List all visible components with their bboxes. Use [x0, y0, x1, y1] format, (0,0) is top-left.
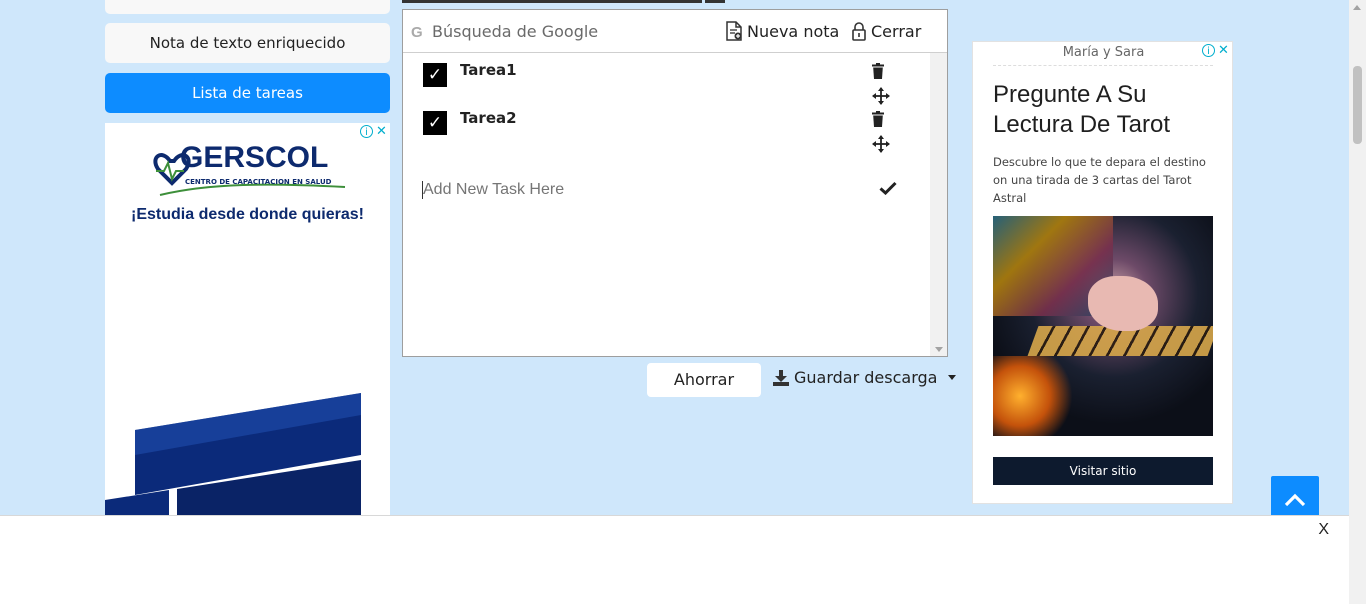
- sidebar-top-item[interactable]: [105, 0, 390, 14]
- ad-description: Descubre lo que te depara el destino on …: [993, 155, 1206, 205]
- adchoices-info-icon[interactable]: i: [360, 125, 373, 138]
- gerscol-brand-name: GERSCOL: [180, 141, 329, 174]
- editor-top-icon: [705, 0, 725, 3]
- new-note-label: Nueva nota: [747, 21, 840, 41]
- download-dropdown-button[interactable]: Guardar descarga: [773, 368, 957, 387]
- ad-divider: [993, 65, 1213, 66]
- scroll-down-arrow-icon[interactable]: [935, 347, 943, 352]
- task-list: ✓ Tarea1 ✓ Tarea2: [403, 53, 931, 356]
- task-list-button[interactable]: Lista de tareas: [105, 73, 390, 113]
- task-checkbox[interactable]: ✓: [423, 111, 447, 135]
- left-advertisement[interactable]: i ✕ GERSCOL CENTRO DE CAPACITACION EN SA…: [105, 123, 390, 515]
- trash-icon[interactable]: [872, 111, 884, 127]
- editor-scrollbar[interactable]: [930, 53, 947, 356]
- close-label: Cerrar: [871, 21, 922, 41]
- move-icon[interactable]: [872, 135, 890, 153]
- adchoices[interactable]: i ✕: [1202, 44, 1230, 57]
- download-label: Guardar descarga: [794, 368, 938, 387]
- chevron-up-icon: [1284, 493, 1306, 507]
- save-button[interactable]: Ahorrar: [647, 363, 761, 397]
- adchoices[interactable]: i ✕: [360, 125, 388, 138]
- task-checkbox[interactable]: ✓: [423, 63, 447, 87]
- rich-text-note-button[interactable]: Nota de texto enriquecido: [105, 23, 390, 63]
- google-search-input[interactable]: Búsqueda de Google: [432, 22, 598, 41]
- google-icon: G: [411, 24, 423, 41]
- checkmark-icon[interactable]: [879, 181, 897, 195]
- text-caret: [422, 181, 423, 199]
- bottom-ad-banner: X: [0, 515, 1349, 604]
- ad-tarot-image[interactable]: [993, 216, 1213, 436]
- ad-sponsor: María y Sara: [1062, 45, 1145, 60]
- ad-close-icon[interactable]: ✕: [375, 125, 388, 138]
- task-item: ✓ Tarea1: [423, 53, 903, 105]
- task-editor: G Búsqueda de Google Nueva nota Cerrar ✓…: [402, 9, 948, 357]
- ad-headline[interactable]: Pregunte A Su Lectura De Tarot: [993, 80, 1218, 140]
- lock-icon: [852, 22, 866, 41]
- banner-close-button[interactable]: X: [1318, 521, 1329, 539]
- new-document-icon: [726, 21, 742, 41]
- gerscol-tagline: ¡Estudia desde donde quieras!: [131, 206, 364, 223]
- download-icon: [773, 369, 789, 386]
- task-label[interactable]: Tarea2: [460, 109, 517, 127]
- visit-site-button[interactable]: Visitar sitio: [993, 457, 1213, 485]
- chevron-down-icon: [948, 375, 957, 380]
- editor-top-border: [402, 0, 702, 3]
- task-item: ✓ Tarea2: [423, 101, 903, 153]
- ad-graphic-ribbon: [105, 393, 361, 515]
- trash-icon[interactable]: [872, 63, 884, 79]
- task-label[interactable]: Tarea1: [460, 61, 517, 79]
- gerscol-brand-subtitle: CENTRO DE CAPACITACION EN SALUD: [185, 178, 332, 186]
- scrollbar-thumb[interactable]: [1353, 66, 1362, 144]
- new-task-input[interactable]: [423, 178, 893, 202]
- new-note-button[interactable]: Nueva nota: [725, 21, 839, 41]
- right-advertisement[interactable]: María y Sara i ✕ Pregunte A Su Lectura D…: [972, 41, 1233, 504]
- adchoices-info-icon[interactable]: i: [1202, 44, 1215, 57]
- editor-toolbar: G Búsqueda de Google Nueva nota Cerrar: [403, 10, 947, 53]
- window-scrollbar[interactable]: [1349, 0, 1366, 604]
- scroll-up-arrow-icon[interactable]: [1353, 5, 1361, 10]
- ad-close-icon[interactable]: ✕: [1217, 44, 1230, 57]
- close-button[interactable]: Cerrar: [851, 21, 921, 41]
